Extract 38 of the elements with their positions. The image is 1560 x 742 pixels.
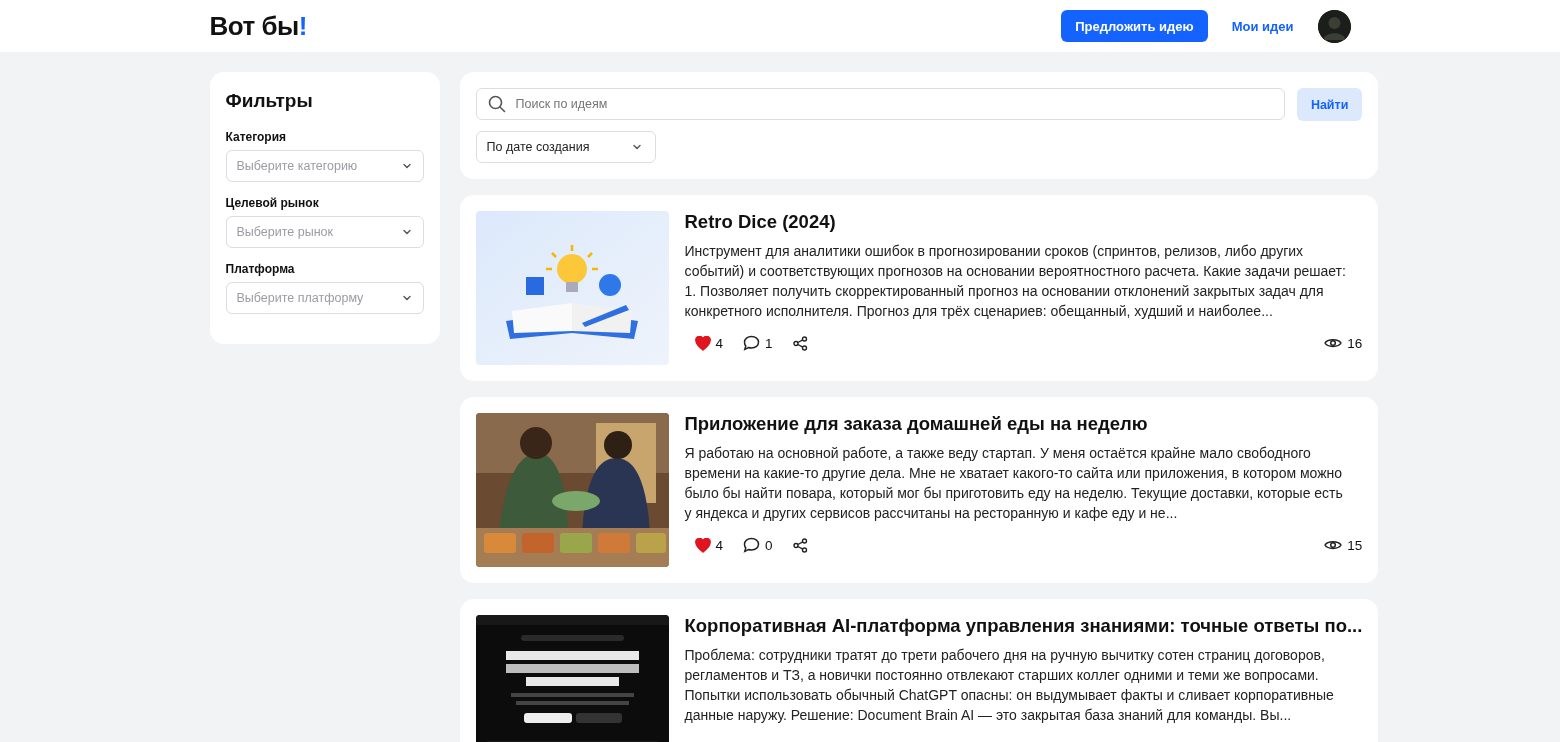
comments-count: 1 <box>765 335 773 351</box>
likes-count: 4 <box>715 537 723 553</box>
idea-card[interactable] <box>459 195 1379 381</box>
filter-dropdown[interactable]: Выберите рынок <box>225 216 424 248</box>
filter-dropdown[interactable]: Выберите платформу <box>225 282 424 314</box>
idea-title[interactable]: Приложение для заказа домашней еды на неделю <box>684 413 1363 435</box>
filter-dropdown[interactable]: Выберите категорию <box>225 150 424 182</box>
filter-label: Платформа <box>225 262 296 276</box>
idea-description: Я работаю на основной работе, а также веду стартап. У меня остаётся крайне мало свободного времени на какие-то другие дела. Мне не хватает какого-то сайта или приложения, в котором можно было бы найти повара, который мог бы приготовить еду на неделю. Текущие доставки, которые есть у яндекса и других сервисов рассчитаны на ресторанную и кафе еду и не... <box>684 444 1344 523</box>
filter-label: Целевой рынок <box>225 196 320 210</box>
filters-title: Фильтры <box>225 90 314 112</box>
logo[interactable]: Вот бы! <box>209 10 307 42</box>
my-ideas-link[interactable]: Мои идеи <box>1231 18 1294 34</box>
suggest-idea-button[interactable]: Предложить идею <box>1061 10 1208 42</box>
comment-icon[interactable] <box>743 537 760 553</box>
idea-card[interactable] <box>459 397 1379 583</box>
idea-description: Проблема: сотрудники тратят до трети рабочего дня на ручную вычитку сотен страниц договоров, регламентов и ТЗ, а новички постоянно отвлекают старших коллег одними и теми же вопросами. Попытки использовать обычный ChatGPT опасны: он выдумывает факты и сливает корпоративные данные наружу. Решение: Document Brain AI — это закрытая база знаний для команды. Вы... <box>684 646 1335 725</box>
sort-dropdown[interactable]: По дате создания <box>475 131 656 163</box>
avatar[interactable] <box>1317 9 1351 43</box>
heart-icon[interactable] <box>694 335 711 351</box>
comment-icon[interactable] <box>743 335 760 351</box>
heart-icon[interactable] <box>694 537 711 553</box>
share-icon[interactable] <box>792 537 808 553</box>
eye-icon <box>1324 538 1343 552</box>
share-icon[interactable] <box>792 335 808 351</box>
views-count: 15 <box>1347 537 1363 553</box>
eye-icon <box>1324 336 1343 350</box>
comments-count: 0 <box>765 537 773 553</box>
find-button[interactable]: Найти <box>1296 88 1363 121</box>
search-icon <box>487 95 506 113</box>
idea-card[interactable] <box>459 599 1379 742</box>
likes-count: 4 <box>715 335 723 351</box>
idea-description: Инструмент для аналитики ошибок в прогнозировании сроков (спринтов, релизов, либо других событий) и соответствующих прогнозов на основании вероятностного расчета. Какие задачи решает: 1. Позволяет получить скорректированный прогноз на основании отклонений закрытых задач для конкретного исполнителя. Прогноз для трёх сценариев: обещанный, худший и наиболее... <box>684 242 1347 321</box>
idea-title[interactable]: Retro Dice (2024) <box>684 211 1363 233</box>
idea-title[interactable]: Корпоративная AI-платформа управления знаниями: точные ответы по... <box>684 615 1363 637</box>
views-count: 16 <box>1347 335 1363 351</box>
search-field[interactable]: Поиск по идеям <box>475 88 1285 120</box>
filter-label: Категория <box>225 130 288 144</box>
